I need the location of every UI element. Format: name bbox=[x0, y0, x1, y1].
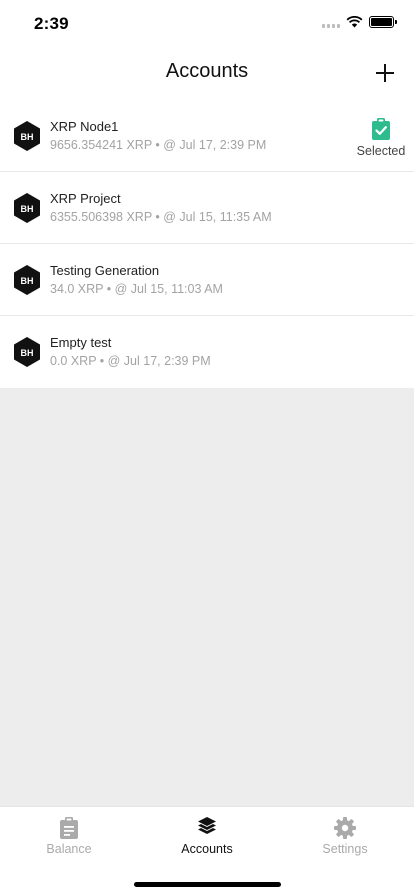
bh-logo-icon: BH bbox=[14, 121, 40, 151]
svg-text:BH: BH bbox=[21, 132, 34, 142]
nav-bar: Accounts bbox=[0, 48, 414, 100]
tab-label: Accounts bbox=[181, 842, 233, 856]
selected-label: Selected bbox=[356, 144, 406, 158]
account-name: XRP Node1 bbox=[50, 119, 119, 134]
status-icons bbox=[322, 16, 397, 28]
tab-settings[interactable]: Settings bbox=[276, 817, 414, 856]
battery-icon bbox=[369, 16, 397, 28]
tab-label: Settings bbox=[322, 842, 368, 856]
svg-text:BH: BH bbox=[21, 276, 34, 286]
bh-logo-icon: BH bbox=[14, 337, 40, 367]
account-list: BH XRP Node1 9656.354241 XRP • @ Jul 17,… bbox=[0, 100, 414, 388]
wifi-icon bbox=[346, 16, 363, 28]
account-meta: 34.0 XRP • @ Jul 15, 11:03 AM bbox=[50, 282, 223, 296]
signal-icon bbox=[322, 16, 340, 28]
clipboard-check-icon bbox=[372, 118, 390, 140]
tab-balance[interactable]: Balance bbox=[0, 817, 138, 856]
account-meta: 6355.506398 XRP • @ Jul 15, 11:35 AM bbox=[50, 210, 272, 224]
account-name: Testing Generation bbox=[50, 263, 160, 278]
account-row[interactable]: BH Testing Generation 34.0 XRP • @ Jul 1… bbox=[0, 244, 414, 316]
bh-logo-icon: BH bbox=[14, 265, 40, 295]
tab-accounts[interactable]: Accounts bbox=[138, 817, 276, 856]
tab-label: Balance bbox=[46, 842, 92, 856]
bh-logo-icon: BH bbox=[14, 193, 40, 223]
account-row[interactable]: BH Empty test 0.0 XRP • @ Jul 17, 2:39 P… bbox=[0, 316, 414, 388]
layers-icon bbox=[198, 817, 216, 834]
selected-indicator: Selected bbox=[356, 118, 406, 158]
plus-icon bbox=[376, 64, 394, 82]
svg-text:BH: BH bbox=[21, 204, 34, 214]
account-name: XRP Project bbox=[50, 191, 121, 206]
home-indicator bbox=[134, 882, 281, 887]
account-meta: 0.0 XRP • @ Jul 17, 2:39 PM bbox=[50, 354, 211, 368]
svg-text:BH: BH bbox=[21, 348, 34, 358]
tab-bar: Balance Accounts Settings bbox=[0, 806, 414, 896]
status-bar: 2:39 bbox=[0, 0, 414, 48]
add-account-button[interactable] bbox=[370, 58, 400, 88]
account-row[interactable]: BH XRP Project 6355.506398 XRP • @ Jul 1… bbox=[0, 172, 414, 244]
account-row[interactable]: BH XRP Node1 9656.354241 XRP • @ Jul 17,… bbox=[0, 100, 414, 172]
clipboard-icon bbox=[60, 817, 78, 839]
account-name: Empty test bbox=[50, 335, 112, 350]
gear-icon bbox=[334, 817, 356, 839]
status-time: 2:39 bbox=[34, 14, 69, 33]
page-title: Accounts bbox=[165, 60, 249, 82]
account-meta: 9656.354241 XRP • @ Jul 17, 2:39 PM bbox=[50, 138, 267, 152]
